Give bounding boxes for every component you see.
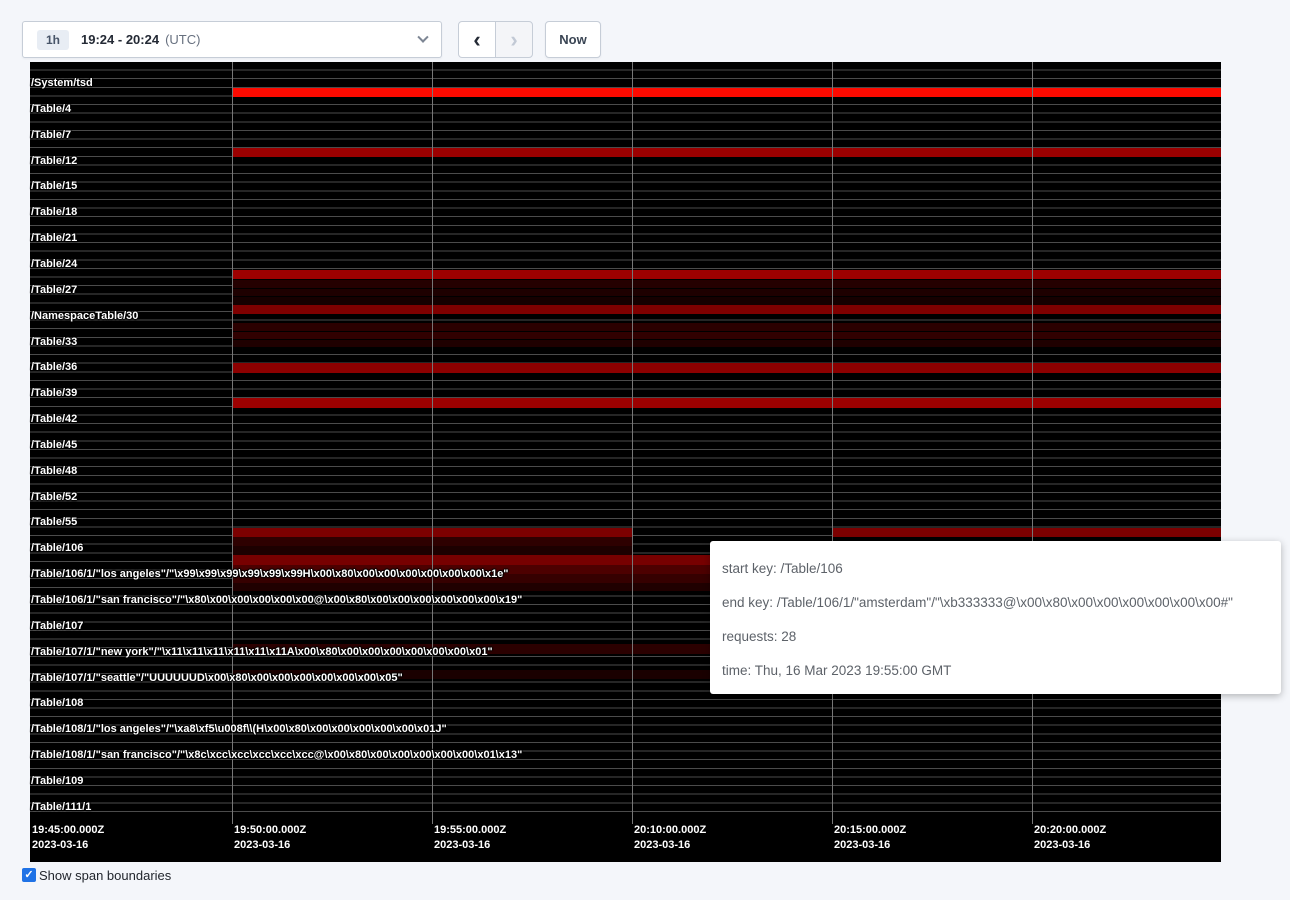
time-gridline [632,62,633,824]
x-tick-time: 19:50:00.000Z [234,823,306,838]
x-axis-tick: 20:15:00.000Z2023-03-16 [834,823,906,853]
now-button[interactable]: Now [545,21,601,58]
row-label: /Table/42 [31,413,77,425]
row-label: /Table/12 [31,155,77,167]
show-span-boundaries-label: Show span boundaries [39,867,171,884]
row-label: /Table/36 [31,361,77,373]
time-range-select[interactable]: 1h 19:24 - 20:24 (UTC) [22,21,442,58]
time-range-label: 19:24 - 20:24 [81,32,159,47]
x-tick-time: 20:15:00.000Z [834,823,906,838]
span-band[interactable] [232,270,1221,279]
x-tick-date: 2023-03-16 [834,838,906,853]
row-label: /Table/33 [31,336,77,348]
x-axis-tick: 20:10:00.000Z2023-03-16 [634,823,706,853]
span-band[interactable] [232,363,1221,373]
row-label: /Table/111/1 [31,801,91,813]
keyvis-canvas[interactable]: /System/tsd/Table/4/Table/7/Table/12/Tab… [30,62,1221,862]
row-label: /System/tsd [31,77,93,89]
span-band[interactable] [232,398,1221,408]
row-label: /Table/106/1/"san francisco"/"\x80\x00\x… [31,594,522,606]
x-tick-date: 2023-03-16 [234,838,306,853]
row-label: /Table/108/1/"los angeles"/"\xa8\xf5\u00… [31,723,447,735]
tooltip-requests: requests: 28 [722,620,1269,654]
x-axis-tick: 20:20:00.000Z2023-03-16 [1034,823,1106,853]
time-preset-badge: 1h [37,30,69,50]
tooltip-time: time: Thu, 16 Mar 2023 19:55:00 GMT [722,654,1269,688]
show-span-boundaries-checkbox[interactable] [22,868,36,882]
tooltip-start-key: start key: /Table/106 [722,552,1269,586]
span-band[interactable] [232,323,1221,331]
span-band[interactable] [232,305,1221,314]
row-label: /Table/15 [31,180,77,192]
row-label: /Table/52 [31,491,77,503]
time-gridline [1032,62,1033,824]
x-tick-time: 20:20:00.000Z [1034,823,1106,838]
row-label: /Table/18 [31,206,77,218]
x-tick-time: 19:55:00.000Z [434,823,506,838]
row-label: /Table/108 [31,697,83,709]
x-axis-tick: 19:55:00.000Z2023-03-16 [434,823,506,853]
row-label: /NamespaceTable/30 [31,310,138,322]
row-label: /Table/39 [31,387,77,399]
span-band[interactable] [232,332,1221,340]
row-label: /Table/55 [31,516,77,528]
keyvis-tooltip: start key: /Table/106 end key: /Table/10… [710,541,1281,694]
x-axis-tick: 19:45:00.000Z2023-03-16 [32,823,104,853]
span-band[interactable] [232,280,1221,288]
row-label: /Table/107 [31,620,83,632]
row-label: /Table/107/1/"new york"/"\x11\x11\x11\x1… [31,646,493,658]
row-label: /Table/109 [31,775,83,787]
time-gridline [232,62,233,824]
x-tick-date: 2023-03-16 [634,838,706,853]
span-band[interactable] [232,340,1221,347]
row-label: /Table/4 [31,103,71,115]
tooltip-end-key: end key: /Table/106/1/"amsterdam"/"\xb33… [722,586,1269,620]
time-nav-group: ‹ › [458,21,533,58]
span-band[interactable] [232,88,1221,97]
chevron-down-icon [417,31,428,42]
span-band[interactable] [232,289,1221,297]
show-span-boundaries-control[interactable]: Show span boundaries [22,867,171,884]
x-tick-time: 19:45:00.000Z [32,823,104,838]
row-label: /Table/45 [31,439,77,451]
row-label: /Table/24 [31,258,77,270]
span-band[interactable] [832,528,1221,537]
x-tick-date: 2023-03-16 [32,838,104,853]
span-band[interactable] [232,297,1221,304]
x-tick-time: 20:10:00.000Z [634,823,706,838]
row-label: /Table/108/1/"san francisco"/"\x8c\xcc\x… [31,749,522,761]
span-band[interactable] [232,148,1221,157]
row-label: /Table/106/1/"los angeles"/"\x99\x99\x99… [31,568,509,580]
prev-time-button[interactable]: ‹ [458,21,496,58]
time-gridline [832,62,833,824]
span-boundary-lines [30,62,1221,817]
row-label: /Table/107/1/"seattle"/"UUUUUUD\x00\x80\… [31,672,403,684]
time-gridline [432,62,433,824]
x-tick-date: 2023-03-16 [1034,838,1106,853]
timezone-label: (UTC) [165,32,200,47]
next-time-button[interactable]: › [495,21,533,58]
row-label: /Table/48 [31,465,77,477]
row-label: /Table/21 [31,232,77,244]
row-label: /Table/27 [31,284,77,296]
x-axis-tick: 19:50:00.000Z2023-03-16 [234,823,306,853]
row-label: /Table/106 [31,542,83,554]
x-tick-date: 2023-03-16 [434,838,506,853]
row-label: /Table/7 [31,129,71,141]
